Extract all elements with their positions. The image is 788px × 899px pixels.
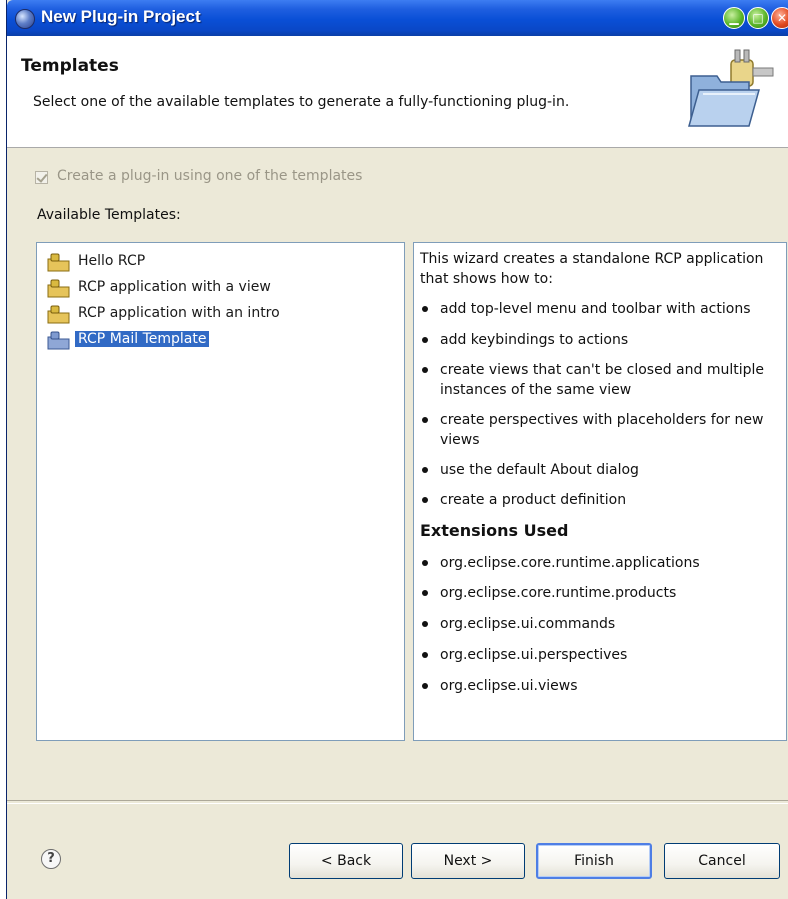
template-label: RCP Mail Template bbox=[75, 331, 210, 347]
window-title: New Plug-in Project bbox=[41, 7, 201, 26]
bullet-icon bbox=[422, 467, 428, 473]
extension-text: org.eclipse.core.runtime.applications bbox=[440, 555, 700, 571]
bullet-icon bbox=[422, 652, 428, 658]
close-button[interactable]: ✕ bbox=[771, 7, 788, 29]
extension-text: org.eclipse.ui.perspectives bbox=[440, 647, 628, 663]
bullet-icon bbox=[422, 497, 428, 503]
use-template-label: Create a plug-in using one of the templa… bbox=[57, 168, 363, 184]
plugin-folder-icon bbox=[47, 331, 70, 350]
button-bar-separator bbox=[7, 800, 788, 804]
bullet-icon bbox=[422, 683, 428, 689]
bullet-icon bbox=[422, 560, 428, 566]
template-description-panel: This wizard creates a standalone RCP app… bbox=[413, 242, 787, 741]
wizard-banner: Templates Select one of the available te… bbox=[7, 36, 788, 148]
feature-text: use the default About dialog bbox=[440, 462, 639, 478]
page-title: Templates bbox=[21, 56, 119, 76]
next-button[interactable]: Next > bbox=[411, 843, 525, 879]
template-label: RCP application with a view bbox=[78, 279, 271, 295]
extension-text: org.eclipse.core.runtime.products bbox=[440, 585, 677, 601]
plugin-folder-icon bbox=[47, 305, 70, 324]
finish-button[interactable]: Finish bbox=[536, 843, 652, 879]
minimize-button[interactable]: ▁ bbox=[723, 7, 745, 29]
bullet-icon bbox=[422, 417, 428, 423]
plugin-folder-icon bbox=[47, 279, 70, 298]
maximize-button[interactable]: □ bbox=[747, 7, 769, 29]
checkbox-checked-icon bbox=[35, 171, 48, 184]
bullet-icon bbox=[422, 367, 428, 373]
back-button[interactable]: < Back bbox=[289, 843, 403, 879]
folder-plugin-icon bbox=[688, 49, 774, 127]
available-templates-label: Available Templates: bbox=[37, 207, 181, 223]
template-label: Hello RCP bbox=[78, 253, 146, 269]
feature-text: add keybindings to actions bbox=[440, 332, 629, 348]
templates-list[interactable]: Hello RCP RCP application with a view RC… bbox=[36, 242, 405, 741]
title-bar[interactable]: New Plug-in Project ▁ □ ✕ bbox=[7, 0, 788, 36]
extension-text: org.eclipse.ui.commands bbox=[440, 616, 616, 632]
close-icon: ✕ bbox=[776, 11, 788, 25]
help-icon[interactable]: ? bbox=[41, 849, 61, 869]
feature-text: add top-level menu and toolbar with acti… bbox=[440, 301, 751, 317]
eclipse-icon bbox=[15, 9, 35, 29]
bullet-icon bbox=[422, 621, 428, 627]
page-description: Select one of the available templates to… bbox=[33, 94, 570, 110]
extension-text: org.eclipse.ui.views bbox=[440, 678, 578, 694]
maximize-icon: □ bbox=[752, 11, 764, 25]
cancel-button[interactable]: Cancel bbox=[664, 843, 780, 879]
wizard-window: New Plug-in Project ▁ □ ✕ Templates Sele… bbox=[6, 0, 788, 899]
description-intro: This wizard creates a standalone RCP app… bbox=[420, 251, 764, 287]
feature-text: create views that can't be closed and mu… bbox=[440, 362, 764, 398]
bullet-icon bbox=[422, 306, 428, 312]
minimize-icon: ▁ bbox=[729, 11, 739, 25]
feature-text: create a product definition bbox=[440, 492, 627, 508]
bullet-icon bbox=[422, 590, 428, 596]
extensions-heading: Extensions Used bbox=[420, 521, 569, 540]
feature-text: create perspectives with placeholders fo… bbox=[440, 412, 764, 448]
plugin-folder-icon bbox=[47, 253, 70, 272]
template-label: RCP application with an intro bbox=[78, 305, 280, 321]
bullet-icon bbox=[422, 337, 428, 343]
